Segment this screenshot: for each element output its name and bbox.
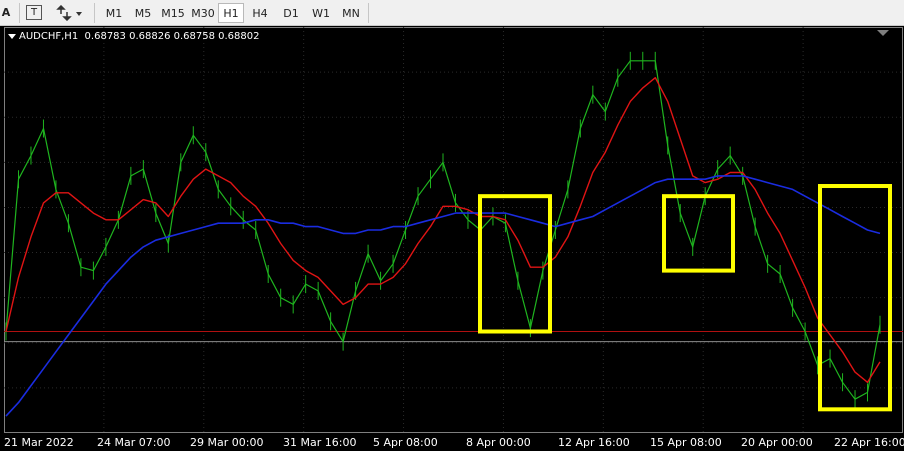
time-axis-label: 29 Mar 00:00 — [190, 436, 264, 449]
time-axis-label: 12 Apr 16:00 — [558, 436, 630, 449]
ohlc-values: 0.68783 0.68826 0.68758 0.68802 — [84, 31, 260, 42]
time-axis-label: 21 Mar 2022 — [4, 436, 74, 449]
text-tool-button[interactable]: A — [0, 3, 12, 22]
time-axis-label: 31 Mar 16:00 — [283, 436, 357, 449]
timeframe-w1-button[interactable]: W1 — [307, 3, 335, 23]
toolbar-separator — [94, 3, 95, 23]
timeframe-m1-button[interactable]: M1 — [100, 3, 128, 23]
chart-plot-area[interactable] — [4, 27, 903, 433]
symbol-name: AUDCHF,H1 — [19, 31, 79, 42]
toolbar-separator — [368, 3, 369, 23]
timeframe-m30-button[interactable]: M30 — [189, 3, 217, 23]
arrows-icon — [56, 4, 82, 21]
chevron-down-icon — [76, 11, 82, 16]
timeframe-m15-button[interactable]: M15 — [158, 3, 188, 23]
time-axis-label: 5 Apr 08:00 — [373, 436, 438, 449]
time-axis-label: 15 Apr 08:00 — [650, 436, 722, 449]
time-axis-label: 8 Apr 00:00 — [466, 436, 531, 449]
chart-symbol-label: AUDCHF,H1 0.68783 0.68826 0.68758 0.6880… — [8, 31, 260, 42]
text-label-tool-button[interactable]: T — [26, 5, 42, 20]
time-axis: 21 Mar 2022 24 Mar 07:00 29 Mar 00:00 31 Ma… — [0, 433, 904, 451]
timeframe-h1-button[interactable]: H1 — [218, 3, 244, 23]
time-axis-label: 20 Apr 00:00 — [741, 436, 813, 449]
time-axis-label: 22 Apr 16:00 — [834, 436, 904, 449]
toolbar-separator — [19, 3, 20, 23]
time-axis-label: 24 Mar 07:00 — [97, 436, 171, 449]
timeframe-mn-button[interactable]: MN — [336, 3, 366, 23]
timeframe-d1-button[interactable]: D1 — [277, 3, 305, 23]
toolbar: A T M1 M5 M15 M30 H1 H4 D1 W1 MN — [0, 0, 904, 26]
timeframe-h4-button[interactable]: H4 — [246, 3, 274, 23]
collapse-triangle-icon[interactable] — [8, 33, 16, 39]
arrows-tool-button[interactable] — [54, 3, 84, 22]
timeframe-m5-button[interactable]: M5 — [130, 3, 156, 23]
